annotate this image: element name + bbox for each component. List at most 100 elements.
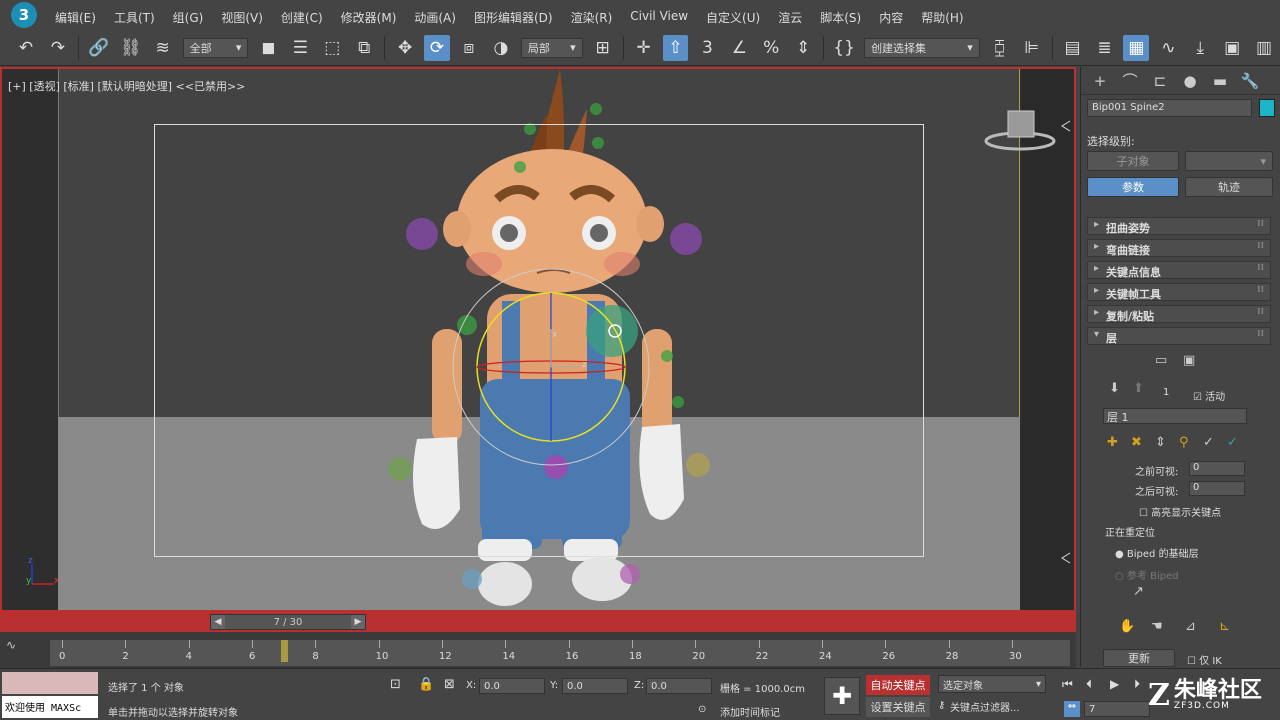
menu-item[interactable]: 内容 — [870, 9, 912, 26]
isolate-icon[interactable]: ⊡ — [390, 677, 401, 692]
track-button[interactable]: 轨迹 — [1185, 177, 1273, 197]
utilities-tab-icon[interactable]: 🔧 — [1237, 70, 1263, 92]
prev-frame-icon[interactable]: ⏴ — [1086, 677, 1092, 692]
snap-icon[interactable]: 3 — [694, 35, 720, 61]
biped-base-radio[interactable]: ● Biped 的基础层 — [1115, 545, 1199, 560]
retarget-icon[interactable]: ✓ — [1227, 435, 1238, 450]
menu-item[interactable]: 组(G) — [164, 9, 213, 26]
menu-item[interactable]: 工具(T) — [105, 9, 164, 26]
play-icon[interactable]: ▶ — [1110, 677, 1119, 691]
x-coord-field[interactable]: 0.0 — [479, 678, 545, 694]
rollout-header[interactable]: 关键点信息 — [1087, 261, 1271, 279]
menu-item[interactable]: 帮助(H) — [912, 9, 972, 26]
menu-item[interactable]: 修改器(M) — [332, 9, 406, 26]
rollout-header[interactable]: 扭曲姿势 — [1087, 217, 1271, 235]
bind-spacewarp-icon[interactable]: ≋ — [150, 35, 176, 61]
object-color-swatch[interactable] — [1259, 99, 1275, 117]
highlight-keys-checkbox[interactable]: ☐ 高亮显示关键点 — [1139, 504, 1221, 519]
undo-icon[interactable]: ↶ — [13, 35, 39, 61]
scene-explorer-icon[interactable]: ▤ — [1060, 35, 1086, 61]
ref-biped-radio[interactable]: ○ 参考 Biped — [1115, 567, 1179, 582]
move-icon[interactable]: ✥ — [392, 35, 418, 61]
menu-item[interactable]: 动画(A) — [405, 9, 465, 26]
scale-icon[interactable]: ⧈ — [456, 35, 482, 61]
folder-open-icon[interactable]: ▭ — [1155, 353, 1167, 368]
spinner-snap-icon[interactable]: ⇕ — [790, 35, 816, 61]
render-setup-icon[interactable]: ▥ — [1251, 35, 1277, 61]
menu-item[interactable]: 自定义(U) — [697, 9, 769, 26]
layer-icon[interactable]: ≣ — [1092, 35, 1118, 61]
before-visible-spinner[interactable]: 0 — [1189, 461, 1245, 476]
capture-snapshot-icon[interactable]: ⚲ — [1179, 435, 1189, 450]
key-mode-dropdown[interactable]: 选定对象 ▾ — [938, 675, 1046, 693]
mirror-icon[interactable]: ⧮ — [987, 35, 1013, 61]
create-tab-icon[interactable]: + — [1087, 70, 1113, 92]
ik-only-checkbox[interactable]: ☐ 仅 IK — [1187, 652, 1222, 667]
prev-frame-arrow-icon[interactable]: ◀ — [211, 615, 225, 629]
perspective-viewport[interactable]: [+] [透视] [标准] [默认明暗处理] <<已禁用>> x z z y x — [0, 67, 1076, 612]
menu-item[interactable]: 编辑(E) — [46, 9, 105, 26]
selection-filter-dropdown[interactable]: 全部 ▾ — [182, 37, 249, 58]
foot-alt-icon[interactable]: ⊾ — [1219, 619, 1230, 634]
current-frame-marker[interactable] — [280, 640, 288, 662]
layer-name-field[interactable]: 层 1 — [1103, 408, 1247, 424]
rollout-header[interactable]: 复制/粘贴 — [1087, 305, 1271, 323]
curve-editor-icon[interactable]: ∿ — [1155, 35, 1181, 61]
add-time-tag[interactable]: 添加时间标记 — [720, 704, 780, 719]
after-visible-spinner[interactable]: 0 — [1189, 481, 1245, 496]
auto-key-button[interactable]: 自动关键点 — [866, 675, 930, 695]
time-tag-icon[interactable]: ⊙ — [698, 704, 706, 715]
current-frame-field[interactable]: 7 — [1084, 701, 1150, 717]
named-selection-dropdown[interactable]: 创建选择集 ▾ — [864, 37, 980, 58]
rect-select-icon[interactable]: ⬚ — [319, 35, 345, 61]
display-tab-icon[interactable]: ▬ — [1207, 70, 1233, 92]
menu-item[interactable]: 创建(C) — [272, 9, 332, 26]
menu-item[interactable]: 渲染(R) — [562, 9, 622, 26]
viewcube[interactable] — [982, 107, 1062, 157]
arrow-up-icon[interactable]: ⬆ — [1133, 381, 1144, 396]
select-by-name-icon[interactable]: ☰ — [287, 35, 313, 61]
y-coord-field[interactable]: 0.0 — [562, 678, 628, 694]
place-icon[interactable]: ◑ — [488, 35, 514, 61]
app-logo[interactable]: 3 — [4, 0, 44, 30]
reference-coord-dropdown[interactable]: 局部 ▾ — [520, 37, 583, 58]
select-manipulate-icon[interactable]: ✛ — [631, 35, 657, 61]
schematic-icon[interactable]: ⤓ — [1187, 35, 1213, 61]
hierarchy-tab-icon[interactable]: ⊏ — [1147, 70, 1173, 92]
object-name-field[interactable]: Bip001 Spine2 — [1087, 99, 1252, 117]
time-slider[interactable]: ◀ 7 / 30 ▶ — [210, 614, 366, 630]
viewport-label[interactable]: [+] [透视] [标准] [默认明暗处理] <<已禁用>> — [8, 78, 245, 94]
arrow-down-icon[interactable]: ⬇ — [1109, 381, 1120, 396]
foot-icon[interactable]: ⊿ — [1185, 619, 1196, 634]
keyboard-shortcut-override-icon[interactable]: ⇧ — [662, 34, 689, 61]
modify-tab-icon[interactable]: ⌒ — [1117, 70, 1143, 92]
named-sets-icon[interactable]: {} — [831, 35, 857, 61]
params-button[interactable]: 参数 — [1087, 177, 1179, 197]
next-frame-icon[interactable]: ⏵ — [1134, 677, 1140, 692]
maxscript-listener-input[interactable]: 欢迎使用 MAXSc — [2, 696, 98, 718]
rotate-icon[interactable]: ⟳ — [424, 34, 450, 61]
unlink-icon[interactable]: ⛓ — [118, 35, 144, 61]
key-filters-button[interactable]: 关键点过滤器... — [946, 697, 1050, 715]
lock-icon[interactable]: 🔒 — [418, 677, 434, 692]
menu-item[interactable]: 渲云 — [769, 9, 811, 26]
next-frame-arrow-icon[interactable]: ▶ — [351, 615, 365, 629]
trackbar[interactable]: ∿ 0 2 4 6 8 10 12 14 16 18 20 22 24 26 28 30 — [0, 632, 1076, 668]
percent-snap-icon[interactable]: % — [758, 35, 784, 61]
create-layer-icon[interactable]: ✚ — [1107, 435, 1118, 450]
go-to-start-icon[interactable]: ⏮ — [1062, 677, 1073, 692]
rollout-header[interactable]: 关键帧工具 — [1087, 283, 1271, 301]
hand-alt-icon[interactable]: ☚ — [1151, 619, 1163, 634]
rollout-header[interactable]: 层 — [1087, 327, 1271, 345]
menu-item[interactable]: 图形编辑器(D) — [465, 9, 562, 26]
active-checkbox[interactable]: ☑ 活动 — [1193, 388, 1225, 403]
pick-arrow-icon[interactable]: ↗ — [1133, 584, 1144, 599]
snap-key-icon[interactable]: ✓ — [1203, 435, 1214, 450]
motion-tab-icon[interactable]: ● — [1177, 70, 1203, 92]
sub-object-button[interactable]: 子对象 — [1087, 151, 1179, 171]
curve-editor-mini-icon[interactable]: ∿ — [6, 638, 16, 652]
sub-object-dropdown[interactable]: ▾ — [1185, 151, 1273, 171]
update-button[interactable]: 更新 — [1103, 649, 1175, 667]
angle-snap-icon[interactable]: ∠ — [726, 35, 752, 61]
align-icon[interactable]: ⊫ — [1019, 35, 1045, 61]
